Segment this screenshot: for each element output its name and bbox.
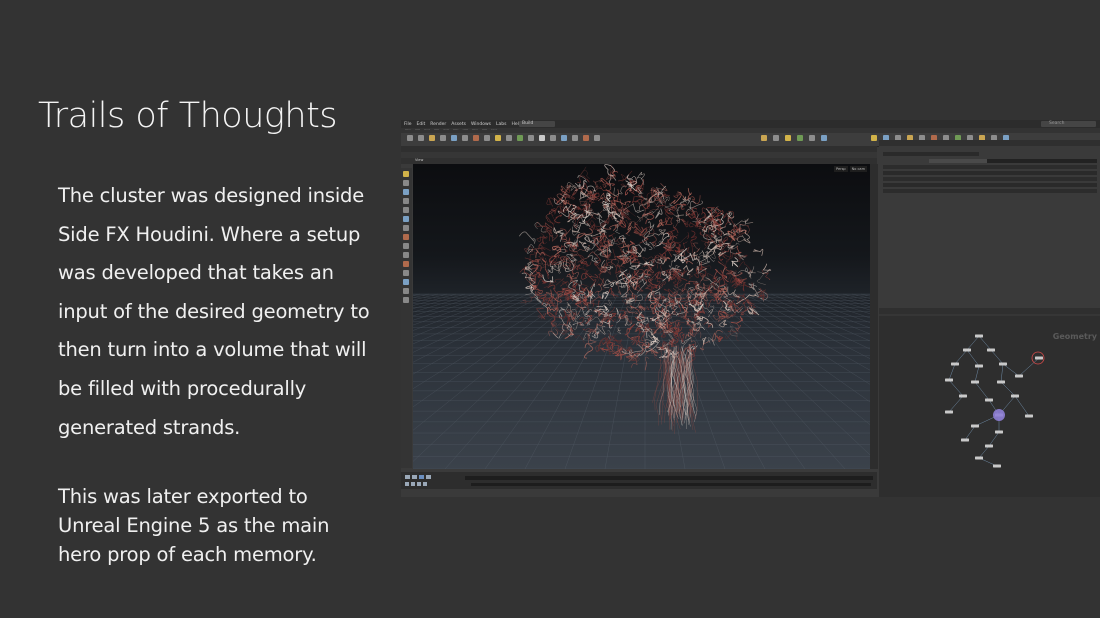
- paragraph-line: generated strands.: [58, 415, 241, 439]
- menu-item-render[interactable]: Render: [430, 122, 446, 127]
- scene-viewport[interactable]: Persp No cam: [413, 164, 877, 469]
- desktop-label: Build: [522, 121, 534, 126]
- search-field[interactable]: Search: [1041, 121, 1096, 127]
- menu-bar: File Edit Render Assets Windows Labs Hel…: [401, 120, 1100, 128]
- viewport-label: View: [415, 158, 424, 162]
- export-paragraph: This was later exported to Unreal Engine…: [58, 482, 358, 569]
- menu-item-labs[interactable]: Labs: [496, 122, 506, 127]
- desktop-selector[interactable]: Build: [519, 121, 555, 127]
- range-track[interactable]: [471, 483, 871, 486]
- slide-title: Trails of Thoughts: [38, 96, 338, 136]
- paragraph-line: be filled with procedurally: [58, 376, 307, 400]
- playback-controls[interactable]: [403, 472, 463, 488]
- search-placeholder: Search: [1049, 121, 1065, 126]
- playbar[interactable]: [401, 472, 877, 489]
- paragraph-line: The cluster was designed inside: [58, 184, 365, 207]
- menu-item-file[interactable]: File: [404, 122, 412, 127]
- network-view[interactable]: Geometry: [879, 316, 1100, 497]
- viewport-left-toolbar: [401, 168, 412, 468]
- paragraph-line: was developed that takes an: [58, 261, 334, 285]
- paragraph-line: Unreal Engine 5 as the main: [58, 514, 330, 537]
- paragraph-line: hero prop of each memory.: [58, 543, 317, 566]
- network-context-label: Geometry: [1052, 332, 1097, 341]
- menu-item-edit[interactable]: Edit: [417, 122, 426, 127]
- node-graph[interactable]: [879, 316, 1100, 497]
- houdini-screenshot: File Edit Render Assets Windows Labs Hel…: [401, 120, 1100, 497]
- paragraph-line: Side FX Houdini. Where a setup: [58, 222, 361, 246]
- paragraph-line: input of the desired geometry to: [58, 299, 370, 323]
- description-paragraph: The cluster was designed inside Side FX …: [58, 177, 388, 447]
- perspective-button[interactable]: Persp: [834, 166, 848, 172]
- paragraph-line: This was later exported to: [58, 485, 308, 508]
- timeline-track[interactable]: [465, 476, 873, 480]
- menu-item-windows[interactable]: Windows: [471, 122, 491, 127]
- viewport-right-toolbar: [870, 164, 878, 469]
- strand-cluster-render: [413, 164, 877, 469]
- parameter-pane: [879, 146, 1100, 308]
- menu-item-assets[interactable]: Assets: [451, 122, 466, 127]
- paragraph-line: then turn into a volume that will: [58, 338, 367, 362]
- view-buttons[interactable]: Persp No cam: [834, 166, 867, 172]
- camera-button[interactable]: No cam: [849, 166, 867, 172]
